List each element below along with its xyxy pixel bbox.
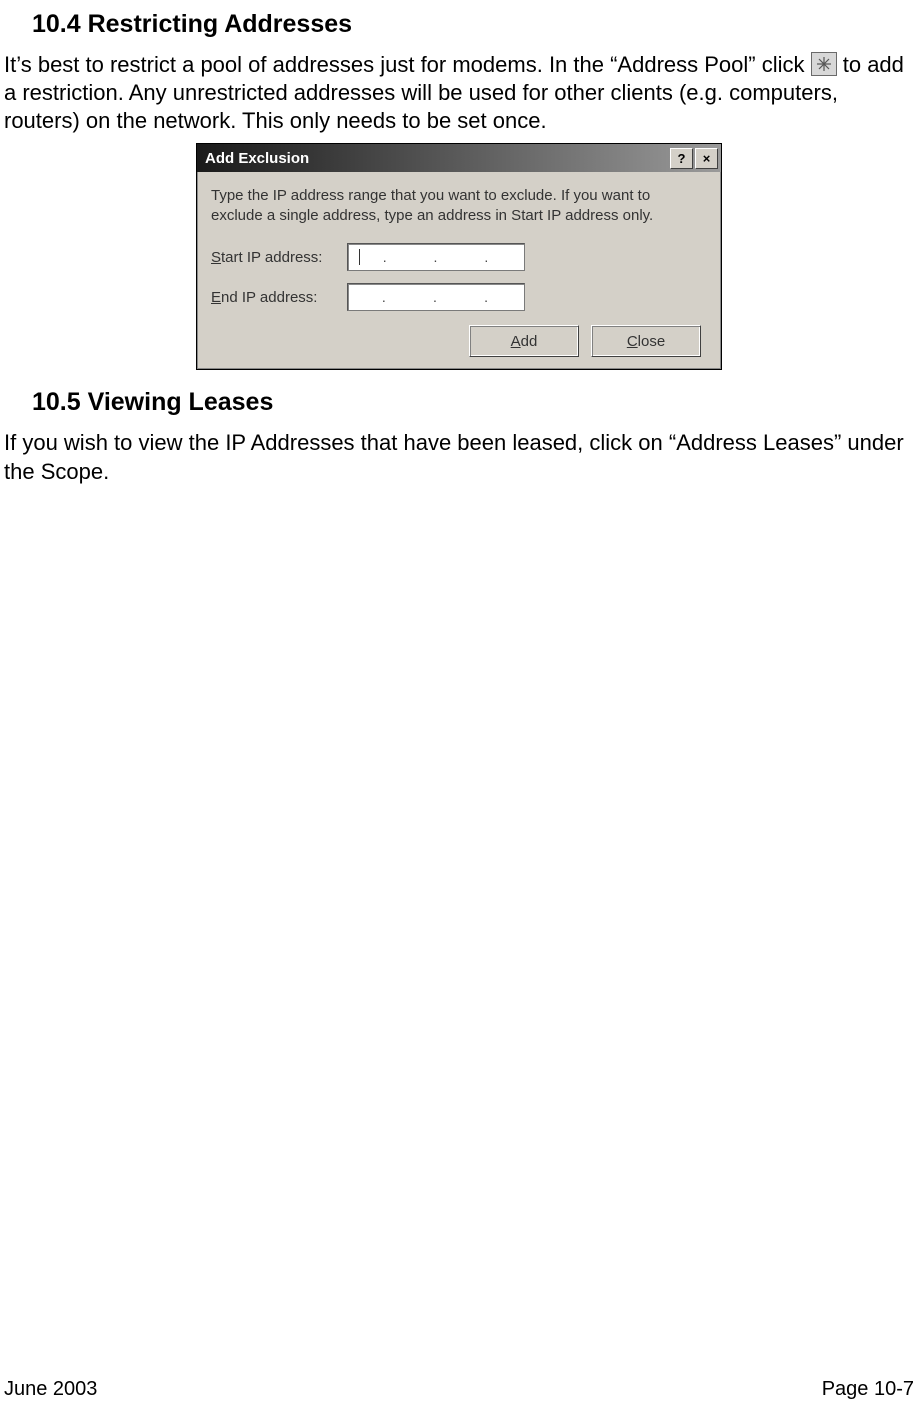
close-icon: × (703, 152, 711, 165)
dialog-title: Add Exclusion (205, 150, 668, 167)
page-footer: June 2003 Page 10-7 (4, 1378, 914, 1401)
add-exclusion-dialog: Add Exclusion ? × Type the IP address ra… (196, 143, 722, 370)
close-button[interactable]: × (695, 148, 718, 169)
dialog-titlebar: Add Exclusion ? × (197, 144, 721, 172)
add-restriction-icon (811, 52, 837, 76)
end-ip-input[interactable]: . . . (347, 283, 525, 311)
help-button[interactable]: ? (670, 148, 693, 169)
footer-date: June 2003 (4, 1378, 97, 1401)
close-dialog-button[interactable]: Close (591, 325, 701, 357)
end-ip-label: End IP address: (211, 289, 347, 306)
start-ip-input[interactable]: . . . (347, 243, 525, 271)
dialog-description: Type the IP address range that you want … (211, 186, 705, 225)
para-text-before: It’s best to restrict a pool of addresse… (4, 52, 811, 77)
help-icon: ? (678, 152, 686, 165)
footer-page: Page 10-7 (822, 1378, 914, 1401)
heading-restricting-addresses: 10.4 Restricting Addresses (32, 10, 914, 39)
para-viewing-leases: If you wish to view the IP Addresses tha… (4, 429, 914, 485)
para-restricting: It’s best to restrict a pool of addresse… (4, 51, 914, 135)
start-ip-label: Start IP address: (211, 249, 347, 266)
add-button[interactable]: Add (469, 325, 579, 357)
heading-viewing-leases: 10.5 Viewing Leases (32, 388, 914, 417)
